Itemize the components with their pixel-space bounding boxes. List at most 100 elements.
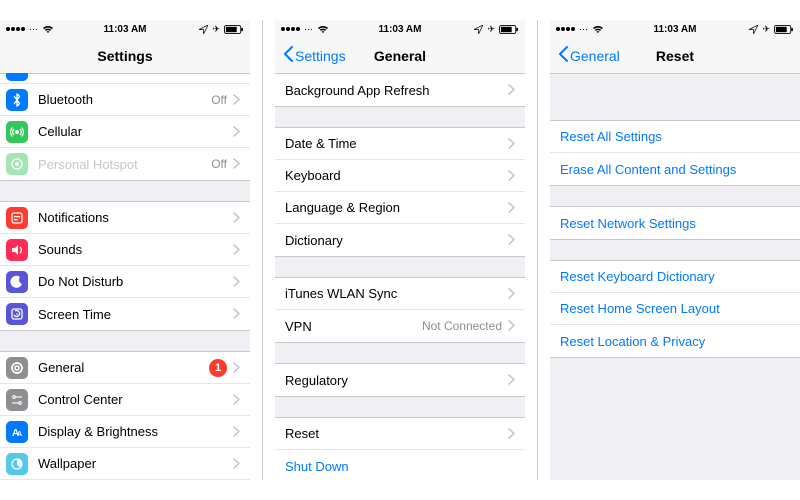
list-row[interactable]: Reset All Settings bbox=[550, 121, 800, 153]
group-general: General1 Control Center AA Display & Bright… bbox=[0, 351, 250, 480]
row-label: Reset All Settings bbox=[560, 129, 790, 144]
badge: 1 bbox=[209, 359, 227, 377]
list-row[interactable]: Wallpaper bbox=[0, 448, 250, 480]
list-row[interactable]: VPNNot Connected bbox=[275, 310, 525, 342]
list-row[interactable]: BluetoothOff bbox=[0, 84, 250, 116]
list-row[interactable]: Date & Time bbox=[275, 128, 525, 160]
list-row[interactable]: Reset bbox=[275, 418, 525, 450]
list-row[interactable]: Erase All Content and Settings bbox=[550, 153, 800, 185]
display-icon: AA bbox=[6, 421, 28, 443]
row-label: Bluetooth bbox=[38, 92, 211, 107]
list-row[interactable]: iTunes WLAN Sync bbox=[275, 278, 525, 310]
row-label: Control Center bbox=[38, 392, 233, 407]
phone-general: ⋯ 11:03 AM ✈ Settings bbox=[275, 20, 525, 480]
chevron-right-icon bbox=[233, 457, 240, 471]
wallpaper-icon bbox=[6, 453, 28, 475]
back-label: General bbox=[570, 48, 620, 64]
row-detail: Off bbox=[211, 157, 227, 171]
location-icon bbox=[749, 25, 758, 34]
row-label: Language & Region bbox=[285, 200, 508, 215]
row-label: Erase All Content and Settings bbox=[560, 162, 790, 177]
row-detail: Not Connected bbox=[422, 319, 502, 333]
chevron-right-icon bbox=[508, 83, 515, 97]
list-row[interactable]: Dictionary bbox=[275, 224, 525, 256]
wifi-icon bbox=[42, 25, 54, 34]
app-icon bbox=[6, 73, 28, 81]
battery-icon bbox=[224, 25, 244, 34]
list-row[interactable]: Screen Time bbox=[0, 298, 250, 330]
chevron-left-icon bbox=[283, 46, 293, 65]
wifi-icon bbox=[317, 25, 329, 34]
list-row[interactable]: Notifications bbox=[0, 202, 250, 234]
plane-icon: ✈ bbox=[487, 24, 495, 35]
group-bgrefresh: Background App Refresh bbox=[275, 74, 525, 107]
row-label: Reset Network Settings bbox=[560, 216, 790, 231]
chevron-right-icon bbox=[233, 361, 240, 375]
list-row[interactable]: Shut Down bbox=[275, 450, 525, 480]
chevron-right-icon bbox=[233, 243, 240, 257]
phone-settings: ⋯ 11:03 AM ✈ Settings bbox=[0, 20, 250, 480]
notifications-icon bbox=[6, 207, 28, 229]
row-label: Cellular bbox=[38, 124, 233, 139]
list-row[interactable]: Control Center bbox=[0, 384, 250, 416]
chevron-left-icon bbox=[558, 46, 568, 65]
row-peek[interactable] bbox=[0, 74, 250, 84]
list-row[interactable]: Cellular bbox=[0, 116, 250, 148]
cellular-icon bbox=[6, 121, 28, 143]
location-icon bbox=[199, 25, 208, 34]
row-label: Notifications bbox=[38, 210, 233, 225]
hotspot-icon bbox=[6, 153, 28, 175]
list-row[interactable]: Regulatory bbox=[275, 364, 525, 396]
list-row[interactable]: Reset Network Settings bbox=[550, 207, 800, 239]
row-label: Dictionary bbox=[285, 233, 508, 248]
list-row[interactable]: Reset Location & Privacy bbox=[550, 325, 800, 357]
chevron-right-icon bbox=[233, 211, 240, 225]
row-label: iTunes WLAN Sync bbox=[285, 286, 508, 301]
group-reset-other: Reset Keyboard Dictionary Reset Home Scre… bbox=[550, 260, 800, 358]
list-row[interactable]: General1 bbox=[0, 352, 250, 384]
list-row[interactable]: Personal HotspotOff bbox=[0, 148, 250, 180]
row-label: Screen Time bbox=[38, 307, 233, 322]
chevron-right-icon bbox=[508, 137, 515, 151]
chevron-right-icon bbox=[508, 427, 515, 441]
nav-header: Settings General bbox=[275, 38, 525, 74]
row-label: Display & Brightness bbox=[38, 424, 233, 439]
battery-icon bbox=[774, 25, 794, 34]
chevron-right-icon bbox=[233, 93, 240, 107]
chevron-right-icon bbox=[233, 125, 240, 139]
list-row[interactable]: Keyboard bbox=[275, 160, 525, 192]
status-bar: ⋯ 11:03 AM ✈ bbox=[275, 20, 525, 38]
location-icon bbox=[474, 25, 483, 34]
back-button[interactable]: General bbox=[558, 46, 620, 65]
row-label: Sounds bbox=[38, 242, 233, 257]
row-label: Reset bbox=[285, 426, 508, 441]
list-row[interactable]: Language & Region bbox=[275, 192, 525, 224]
carrier-icon: ⋯ bbox=[579, 24, 588, 35]
row-label: Personal Hotspot bbox=[38, 157, 211, 172]
list-row[interactable]: Do Not Disturb bbox=[0, 266, 250, 298]
row-label: Regulatory bbox=[285, 373, 508, 388]
group-notifications: Notifications Sounds Do Not Disturb Screen … bbox=[0, 201, 250, 331]
nav-header: General Reset bbox=[550, 38, 800, 74]
list-row[interactable]: Background App Refresh bbox=[275, 74, 525, 106]
svg-text:A: A bbox=[17, 431, 22, 438]
list-row[interactable]: Reset Home Screen Layout bbox=[550, 293, 800, 325]
row-label: VPN bbox=[285, 319, 422, 334]
chevron-right-icon bbox=[233, 393, 240, 407]
control-icon bbox=[6, 389, 28, 411]
sounds-icon bbox=[6, 239, 28, 261]
battery-icon bbox=[499, 25, 519, 34]
row-label: Shut Down bbox=[285, 459, 515, 474]
chevron-right-icon bbox=[508, 319, 515, 333]
list-row[interactable]: Sounds bbox=[0, 234, 250, 266]
group-regulatory: Regulatory bbox=[275, 363, 525, 397]
row-label: Reset Location & Privacy bbox=[560, 334, 790, 349]
list-row[interactable]: AA Display & Brightness bbox=[0, 416, 250, 448]
signal-icon bbox=[281, 27, 300, 31]
bluetooth-icon bbox=[6, 89, 28, 111]
row-label: Reset Keyboard Dictionary bbox=[560, 269, 790, 284]
list-row[interactable]: Reset Keyboard Dictionary bbox=[550, 261, 800, 293]
row-label: Reset Home Screen Layout bbox=[560, 301, 790, 316]
carrier-icon: ⋯ bbox=[29, 24, 38, 35]
back-button[interactable]: Settings bbox=[283, 46, 346, 65]
